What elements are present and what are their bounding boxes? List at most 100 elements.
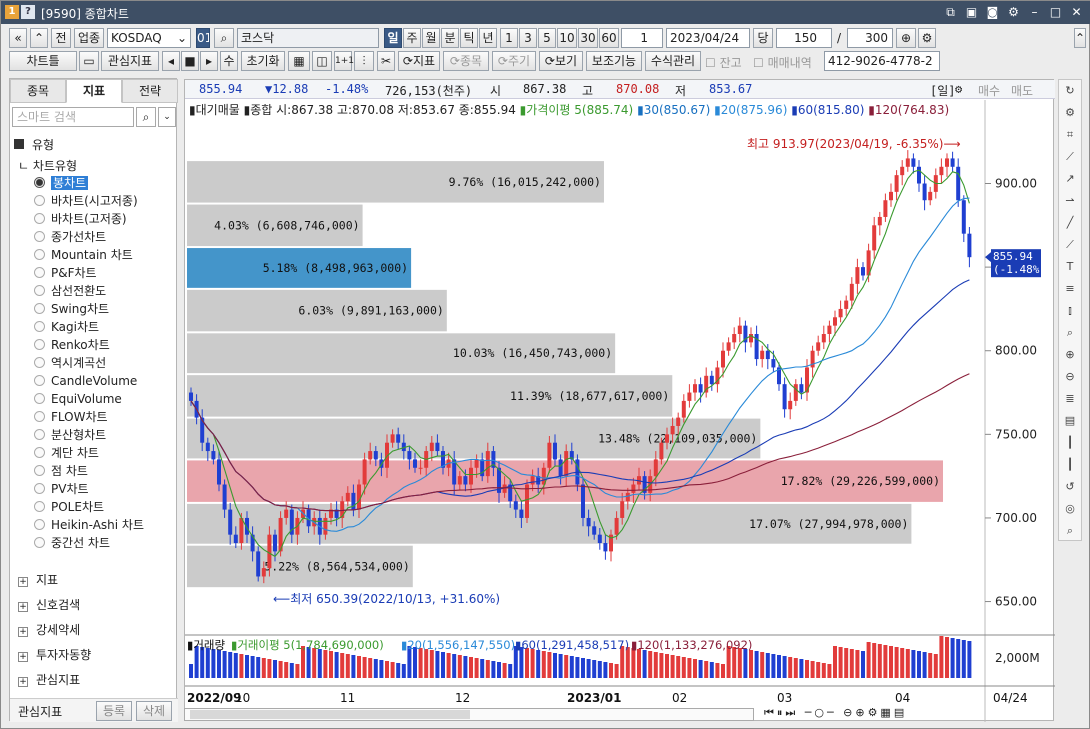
candle-body[interactable] bbox=[614, 517, 619, 535]
chart-icon[interactable]: ⌗ bbox=[1059, 124, 1081, 146]
candle-body[interactable] bbox=[558, 459, 563, 477]
candle-body[interactable] bbox=[945, 158, 949, 167]
split-icon[interactable]: ◫ bbox=[312, 51, 332, 71]
candle-body[interactable] bbox=[760, 350, 765, 360]
scroll-right-icon[interactable]: ▸ bbox=[200, 51, 218, 71]
stop-icon[interactable]: ■ bbox=[181, 51, 199, 71]
tree-node[interactable]: + 강세약세 bbox=[18, 621, 80, 639]
candle-body[interactable] bbox=[670, 425, 675, 435]
candle-body[interactable] bbox=[961, 200, 966, 234]
candle-body[interactable] bbox=[788, 400, 793, 410]
register-button[interactable]: 등록 bbox=[96, 701, 132, 721]
chart-type-item[interactable]: Mountain 차트 bbox=[34, 247, 133, 264]
all-icon[interactable]: ≡ bbox=[1059, 278, 1081, 300]
subgroup-header[interactable]: ㄴ 차트유형 bbox=[18, 157, 77, 174]
period-year-button[interactable]: 년 bbox=[479, 28, 497, 48]
candle-body[interactable] bbox=[911, 158, 916, 167]
chart-type-item[interactable]: Renko차트 bbox=[34, 337, 110, 354]
minimize-to-tray-icon[interactable]: ⧉ bbox=[942, 4, 959, 20]
candle-body[interactable] bbox=[732, 334, 737, 343]
chart-type-item[interactable]: 바차트(고저종) bbox=[34, 211, 127, 228]
chart-scrollbar[interactable]: ⏮⏸⏭ ─○─ ⊖⊕⚙▦▤ bbox=[184, 706, 1054, 723]
fibo-icon[interactable]: ≣ bbox=[1059, 388, 1081, 410]
one-plus-one-icon[interactable]: 1+1 bbox=[334, 51, 354, 71]
gear-icon[interactable]: ⚙ bbox=[918, 28, 936, 48]
scissors-icon[interactable]: ✂ bbox=[377, 51, 395, 71]
tab-stock[interactable]: 종목 bbox=[10, 79, 66, 103]
period-week-button[interactable]: 주 bbox=[403, 28, 421, 48]
candle-body[interactable] bbox=[564, 451, 569, 477]
date-suffix-button[interactable]: 당 bbox=[753, 28, 773, 48]
zoom-out-icon[interactable]: ⊖ bbox=[1059, 366, 1081, 388]
watch-indicator-button[interactable]: 관심지표 bbox=[101, 51, 159, 71]
candle-body[interactable] bbox=[205, 442, 210, 452]
candle-body[interactable] bbox=[519, 509, 524, 518]
candle-body[interactable] bbox=[782, 384, 787, 410]
period-tick-button[interactable]: 틱 bbox=[460, 28, 478, 48]
count-spinner[interactable]: 1 bbox=[621, 28, 663, 48]
candle-body[interactable] bbox=[928, 191, 933, 201]
candle-body[interactable] bbox=[967, 233, 972, 258]
zoom-area-icon[interactable]: ⊕ bbox=[1059, 344, 1081, 366]
candle-body[interactable] bbox=[765, 350, 770, 360]
tree-node[interactable]: + 신호검색 bbox=[18, 596, 80, 614]
screenshot-icon[interactable]: ◙ bbox=[984, 4, 1001, 20]
search-icon[interactable]: ⌕ bbox=[214, 28, 234, 48]
auto-line-icon[interactable]: ⟋ bbox=[1059, 234, 1081, 256]
candle-body[interactable] bbox=[222, 484, 227, 510]
candle-body[interactable] bbox=[894, 175, 899, 192]
candle-body[interactable] bbox=[956, 166, 961, 201]
candle-body[interactable] bbox=[709, 375, 714, 385]
candle-body[interactable] bbox=[597, 534, 602, 544]
chart-type-item[interactable]: 점 차트 bbox=[34, 463, 88, 480]
candle-body[interactable] bbox=[530, 476, 535, 485]
period-month-button[interactable]: 월 bbox=[422, 28, 440, 48]
tree-node[interactable]: + 지표 bbox=[18, 571, 58, 589]
collapse-arrow-icon[interactable]: ⌃ bbox=[1074, 28, 1086, 48]
chart-type-item[interactable]: 계단 차트 bbox=[34, 445, 99, 462]
candle-body[interactable] bbox=[726, 342, 731, 351]
period-day-button[interactable]: 일 bbox=[384, 28, 402, 48]
candle-body[interactable] bbox=[284, 509, 289, 518]
candle-body[interactable] bbox=[676, 417, 681, 426]
candle-body[interactable] bbox=[368, 451, 373, 460]
chart-type-item[interactable]: Swing차트 bbox=[34, 301, 109, 318]
tree-node[interactable]: + 관심지표 bbox=[18, 671, 80, 689]
candle-body[interactable] bbox=[256, 551, 261, 577]
nav-up-button[interactable]: ⌃ bbox=[30, 28, 48, 48]
chart-type-item[interactable]: POLE차트 bbox=[34, 499, 104, 516]
sector-name-field[interactable]: 코스닥 bbox=[237, 28, 379, 48]
candle-body[interactable] bbox=[435, 442, 440, 452]
candle-body[interactable] bbox=[698, 384, 703, 393]
hline-icon[interactable]: ⇀ bbox=[1059, 190, 1081, 212]
price-chart-svg[interactable]: 650.00 700.00 750.00 800.00 900.00 9.76% (16,… bbox=[185, 80, 1055, 722]
candle-body[interactable] bbox=[905, 158, 910, 167]
layout-icon[interactable]: ▣ bbox=[963, 4, 980, 20]
interval-5-button[interactable]: 5 bbox=[538, 28, 556, 48]
trend-line-icon[interactable]: ⟋ bbox=[1059, 146, 1081, 168]
candle-body[interactable] bbox=[323, 517, 328, 535]
candle-body[interactable] bbox=[855, 267, 860, 284]
trade-history-checkbox[interactable]: ☐ 매매내역 bbox=[753, 54, 812, 71]
sector-button[interactable]: 업종 bbox=[74, 28, 104, 48]
chart-type-item[interactable]: 바차트(시고저종) bbox=[34, 193, 138, 210]
account-select[interactable]: 412-9026-4778-2 bbox=[824, 51, 940, 71]
bars-icon[interactable]: ┃ bbox=[1059, 432, 1081, 454]
candle-body[interactable] bbox=[849, 283, 854, 301]
candle-body[interactable] bbox=[659, 442, 664, 460]
candle-body[interactable] bbox=[883, 200, 888, 217]
ray-icon[interactable]: ↗ bbox=[1059, 168, 1081, 190]
search-icon[interactable]: ⌕ bbox=[136, 107, 156, 127]
candle-body[interactable] bbox=[687, 392, 692, 401]
candle-body[interactable] bbox=[833, 317, 837, 326]
interval-10-button[interactable]: 10 bbox=[557, 28, 577, 48]
candle-body[interactable] bbox=[457, 476, 462, 485]
candle-body[interactable] bbox=[513, 501, 518, 510]
reset-button[interactable]: 초기화 bbox=[241, 51, 285, 71]
chart-type-item[interactable]: 종가선차트 bbox=[34, 229, 106, 246]
candle-body[interactable] bbox=[771, 359, 776, 368]
candle-body[interactable] bbox=[625, 492, 630, 502]
candle-body[interactable] bbox=[603, 543, 608, 552]
chart-type-item[interactable]: 중간선 차트 bbox=[34, 535, 110, 552]
chart-frame-button[interactable]: 차트틀 bbox=[9, 51, 77, 71]
